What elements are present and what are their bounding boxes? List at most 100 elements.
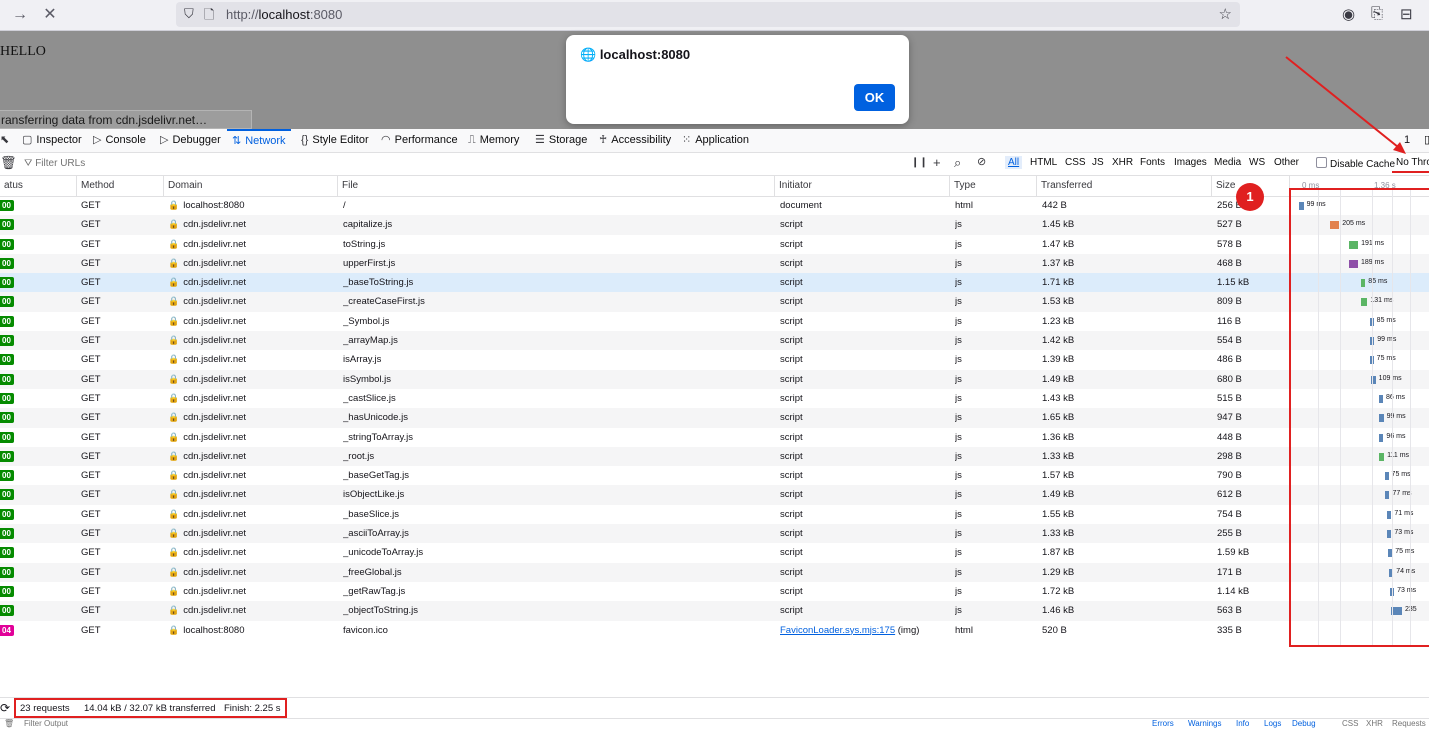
- table-row[interactable]: 00 GET 🔒 cdn.jsdelivr.net _asciiToArray.js sc…: [0, 524, 1429, 544]
- table-row[interactable]: 00 GET 🔒 cdn.jsdelivr.net isObjectLike.js scr…: [0, 485, 1429, 505]
- domain-cell: 🔒 cdn.jsdelivr.net: [168, 254, 246, 273]
- filter-xhr[interactable]: XHR: [1112, 157, 1133, 168]
- table-row[interactable]: 00 GET 🔒 cdn.jsdelivr.net _objectToString.js…: [0, 601, 1429, 621]
- initiator-link[interactable]: FaviconLoader.sys.mjs:175: [780, 625, 895, 636]
- reload-icon[interactable]: ⟳: [0, 701, 10, 715]
- col-initiator[interactable]: Initiator: [775, 176, 950, 196]
- console-type-xhr[interactable]: XHR: [1366, 719, 1383, 728]
- dock-icon[interactable]: ▯: [1424, 129, 1429, 151]
- table-row[interactable]: 00 GET 🔒 cdn.jsdelivr.net isArray.js script js…: [0, 350, 1429, 369]
- inspector-icon: ▢: [22, 134, 33, 146]
- tab-storage[interactable]: ☰ Storage: [535, 129, 587, 151]
- table-row[interactable]: 00 GET 🔒 cdn.jsdelivr.net _baseSlice.js scrip…: [0, 505, 1429, 524]
- table-row[interactable]: 00 GET 🔒 cdn.jsdelivr.net _createCaseFirst.j…: [0, 292, 1429, 312]
- shield-icon[interactable]: ⛉: [184, 6, 194, 22]
- extensions-icon[interactable]: ⎘: [1371, 5, 1383, 22]
- filter-html[interactable]: HTML: [1030, 157, 1057, 168]
- tab-application[interactable]: ⁙ Application: [682, 129, 749, 151]
- table-row[interactable]: 00 GET 🔒 cdn.jsdelivr.net _stringToArray.js s…: [0, 428, 1429, 447]
- status-badge: 00: [0, 392, 14, 404]
- trash-icon[interactable]: 🗑: [0, 155, 17, 171]
- table-row[interactable]: 00 GET 🔒 cdn.jsdelivr.net _castSlice.js scrip…: [0, 389, 1429, 408]
- search-icon[interactable]: ⌕: [954, 155, 961, 171]
- table-row[interactable]: 00 GET 🔒 localhost:8080/document html 442 B 25…: [0, 196, 1429, 215]
- forward-icon[interactable]: →: [10, 5, 30, 25]
- size-cell: 527 B: [1217, 219, 1242, 231]
- disable-cache-checkbox[interactable]: Disable Cache: [1316, 157, 1395, 170]
- url-text[interactable]: http://localhost:8080: [226, 7, 342, 22]
- bookmark-star-icon[interactable]: ☆: [1219, 5, 1232, 23]
- account-icon[interactable]: ◉: [1342, 5, 1355, 23]
- table-row[interactable]: 00 GET 🔒 cdn.jsdelivr.net upperFirst.js scrip…: [0, 253, 1429, 274]
- domain-cell: 🔒 cdn.jsdelivr.net: [168, 582, 246, 601]
- table-row[interactable]: 00 GET 🔒 cdn.jsdelivr.net _arrayMap.js script…: [0, 331, 1429, 351]
- pick-element-icon[interactable]: ⬉: [0, 129, 13, 151]
- filter-media[interactable]: Media: [1214, 157, 1241, 168]
- pause-icon[interactable]: ❙❙: [911, 157, 928, 168]
- filter-other[interactable]: Other: [1274, 157, 1299, 168]
- table-row[interactable]: 04 GET 🔒 localhost:8080 favicon.ico FaviconLo…: [0, 621, 1429, 640]
- col-method[interactable]: Method: [77, 176, 164, 196]
- table-row[interactable]: 00 GET 🔒 cdn.jsdelivr.net _baseToString.js sc…: [0, 273, 1429, 293]
- col-domain[interactable]: Domain: [164, 176, 338, 196]
- initiator-text: script: [780, 431, 803, 443]
- console-level-debug[interactable]: Debug: [1292, 719, 1316, 728]
- col-file[interactable]: File: [338, 176, 775, 196]
- pocket-icon[interactable]: ⊟: [1400, 5, 1413, 23]
- console-level-logs[interactable]: Logs: [1264, 719, 1281, 728]
- console-level-warnings[interactable]: Warnings: [1188, 719, 1222, 728]
- table-row[interactable]: 00 GET 🔒 cdn.jsdelivr.net capitalize.js scrip…: [0, 215, 1429, 235]
- url-bar[interactable]: ⛉ 🗋 http://localhost:8080 ☆: [176, 2, 1240, 27]
- tab-console[interactable]: ▷ Console: [93, 129, 146, 151]
- type-cell: js: [955, 566, 962, 578]
- initiator-cell: script: [780, 350, 803, 369]
- file-cell: _arrayMap.js: [343, 335, 398, 347]
- tab-accessibility[interactable]: ♰ Accessibility: [599, 129, 671, 151]
- add-icon[interactable]: +: [933, 155, 941, 170]
- filter-js[interactable]: JS: [1092, 157, 1104, 168]
- domain-cell: 🔒 cdn.jsdelivr.net: [168, 370, 246, 389]
- tab-performance[interactable]: ◠ Performance: [381, 129, 458, 151]
- close-icon[interactable]: ✕: [40, 5, 60, 25]
- console-type-requests[interactable]: Requests: [1392, 719, 1426, 728]
- lock-icon: 🔒: [168, 296, 180, 307]
- console-level-errors[interactable]: Errors: [1152, 719, 1174, 728]
- block-icon[interactable]: ⊘: [977, 155, 986, 168]
- tab-inspector[interactable]: ▢ Inspector: [22, 129, 82, 151]
- size-cell: 448 B: [1217, 431, 1242, 443]
- console-type-css[interactable]: CSS: [1342, 719, 1358, 728]
- filter-fonts[interactable]: Fonts: [1140, 157, 1165, 168]
- filter-urls-input[interactable]: ⛛ Filter URLs: [24, 158, 85, 169]
- ok-button[interactable]: OK: [854, 84, 895, 111]
- trash-icon[interactable]: 🗑: [4, 719, 14, 728]
- table-row[interactable]: 00 GET 🔒 cdn.jsdelivr.net _hasUnicode.js scri…: [0, 408, 1429, 428]
- throttle-select[interactable]: No Thro: [1392, 157, 1429, 173]
- col-type[interactable]: Type: [950, 176, 1037, 196]
- table-row[interactable]: 00 GET 🔒 cdn.jsdelivr.net _baseGetTag.js scri…: [0, 466, 1429, 485]
- filter-images[interactable]: Images: [1174, 157, 1207, 168]
- tab-network[interactable]: ⇅ Network: [227, 129, 291, 151]
- table-row[interactable]: 00 GET 🔒 cdn.jsdelivr.net isSymbol.js script j…: [0, 369, 1429, 389]
- annotation-marker: 1: [1236, 183, 1264, 211]
- table-row[interactable]: 00 GET 🔒 cdn.jsdelivr.net _Symbol.js script js…: [0, 312, 1429, 331]
- table-row[interactable]: 00 GET 🔒 cdn.jsdelivr.net toString.js script j…: [0, 235, 1429, 254]
- table-row[interactable]: 00 GET 🔒 cdn.jsdelivr.net _freeGlobal.js scri…: [0, 562, 1429, 582]
- tab-debugger[interactable]: ▷ Debugger: [160, 129, 221, 151]
- initiator-text: script: [780, 257, 803, 269]
- table-row[interactable]: 00 GET 🔒 cdn.jsdelivr.net _unicodeToArray.js…: [0, 543, 1429, 562]
- console-level-info[interactable]: Info: [1236, 719, 1249, 728]
- filter-css[interactable]: CSS: [1065, 157, 1086, 168]
- col-status[interactable]: atus: [0, 176, 77, 196]
- error-count[interactable]: 1: [1404, 129, 1410, 151]
- page-icon[interactable]: 🗋: [204, 6, 214, 28]
- table-row[interactable]: 00 GET 🔒 cdn.jsdelivr.net _root.js script js 1.…: [0, 446, 1429, 467]
- tab-memory[interactable]: ⎍ Memory: [468, 129, 519, 151]
- filter-ws[interactable]: WS: [1249, 157, 1265, 168]
- tab-style-editor[interactable]: {} Style Editor: [301, 129, 369, 151]
- col-transferred[interactable]: Transferred: [1037, 176, 1212, 196]
- table-row[interactable]: 00 GET 🔒 cdn.jsdelivr.net _getRawTag.js scrip…: [0, 582, 1429, 601]
- method-cell: GET: [81, 547, 101, 559]
- lock-icon: 🔒: [168, 392, 180, 403]
- filter-all[interactable]: All: [1005, 156, 1023, 169]
- console-filter-input[interactable]: Filter Output: [24, 719, 68, 728]
